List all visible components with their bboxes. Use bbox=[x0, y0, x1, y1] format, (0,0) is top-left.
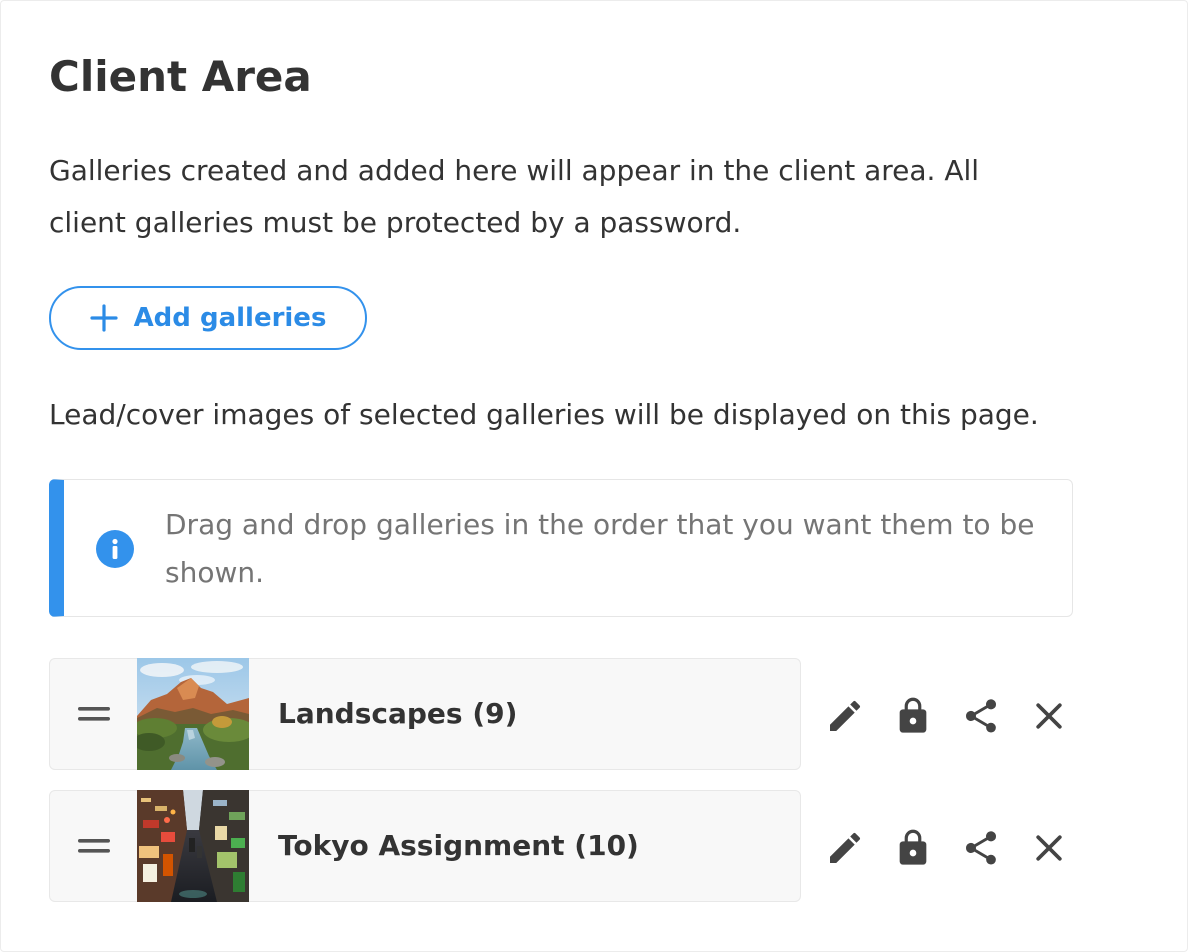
info-callout: Drag and drop galleries in the order tha… bbox=[49, 479, 1073, 617]
gallery-row-tokyo-assignment[interactable]: Tokyo Assignment (10) bbox=[49, 790, 801, 902]
add-galleries-label: Add galleries bbox=[133, 303, 327, 333]
intro-text: Galleries created and added here will ap… bbox=[49, 154, 980, 239]
gallery-name: Tokyo Assignment (10) bbox=[278, 829, 639, 862]
info-icon bbox=[96, 530, 134, 568]
share-icon[interactable] bbox=[961, 696, 1001, 736]
cover-images-note: Lead/cover images of selected galleries … bbox=[49, 398, 1039, 431]
gallery-name: Landscapes (9) bbox=[278, 697, 518, 730]
landscape-canyon-river-thumbnail bbox=[137, 658, 249, 770]
share-icon[interactable] bbox=[961, 828, 1001, 868]
gallery-actions-tokyo-assignment bbox=[821, 816, 1081, 876]
client-area-panel: Client Area Galleries created and added … bbox=[0, 0, 1188, 952]
page-title: Client Area bbox=[49, 52, 312, 101]
lock-icon[interactable] bbox=[893, 828, 933, 868]
lock-icon[interactable] bbox=[893, 696, 933, 736]
tokyo-night-alley-thumbnail bbox=[137, 790, 249, 902]
close-icon[interactable] bbox=[1029, 828, 1069, 868]
pencil-icon[interactable] bbox=[825, 696, 865, 736]
info-callout-text: Drag and drop galleries in the order tha… bbox=[165, 508, 1035, 589]
pencil-icon[interactable] bbox=[825, 828, 865, 868]
plus-icon bbox=[89, 304, 118, 332]
add-galleries-button[interactable]: Add galleries bbox=[49, 286, 367, 350]
close-icon[interactable] bbox=[1029, 696, 1069, 736]
gallery-row-landscapes[interactable]: Landscapes (9) bbox=[49, 658, 801, 770]
drag-handle-icon[interactable] bbox=[78, 705, 110, 723]
gallery-actions-landscapes bbox=[821, 684, 1081, 744]
drag-handle-icon[interactable] bbox=[78, 837, 110, 855]
